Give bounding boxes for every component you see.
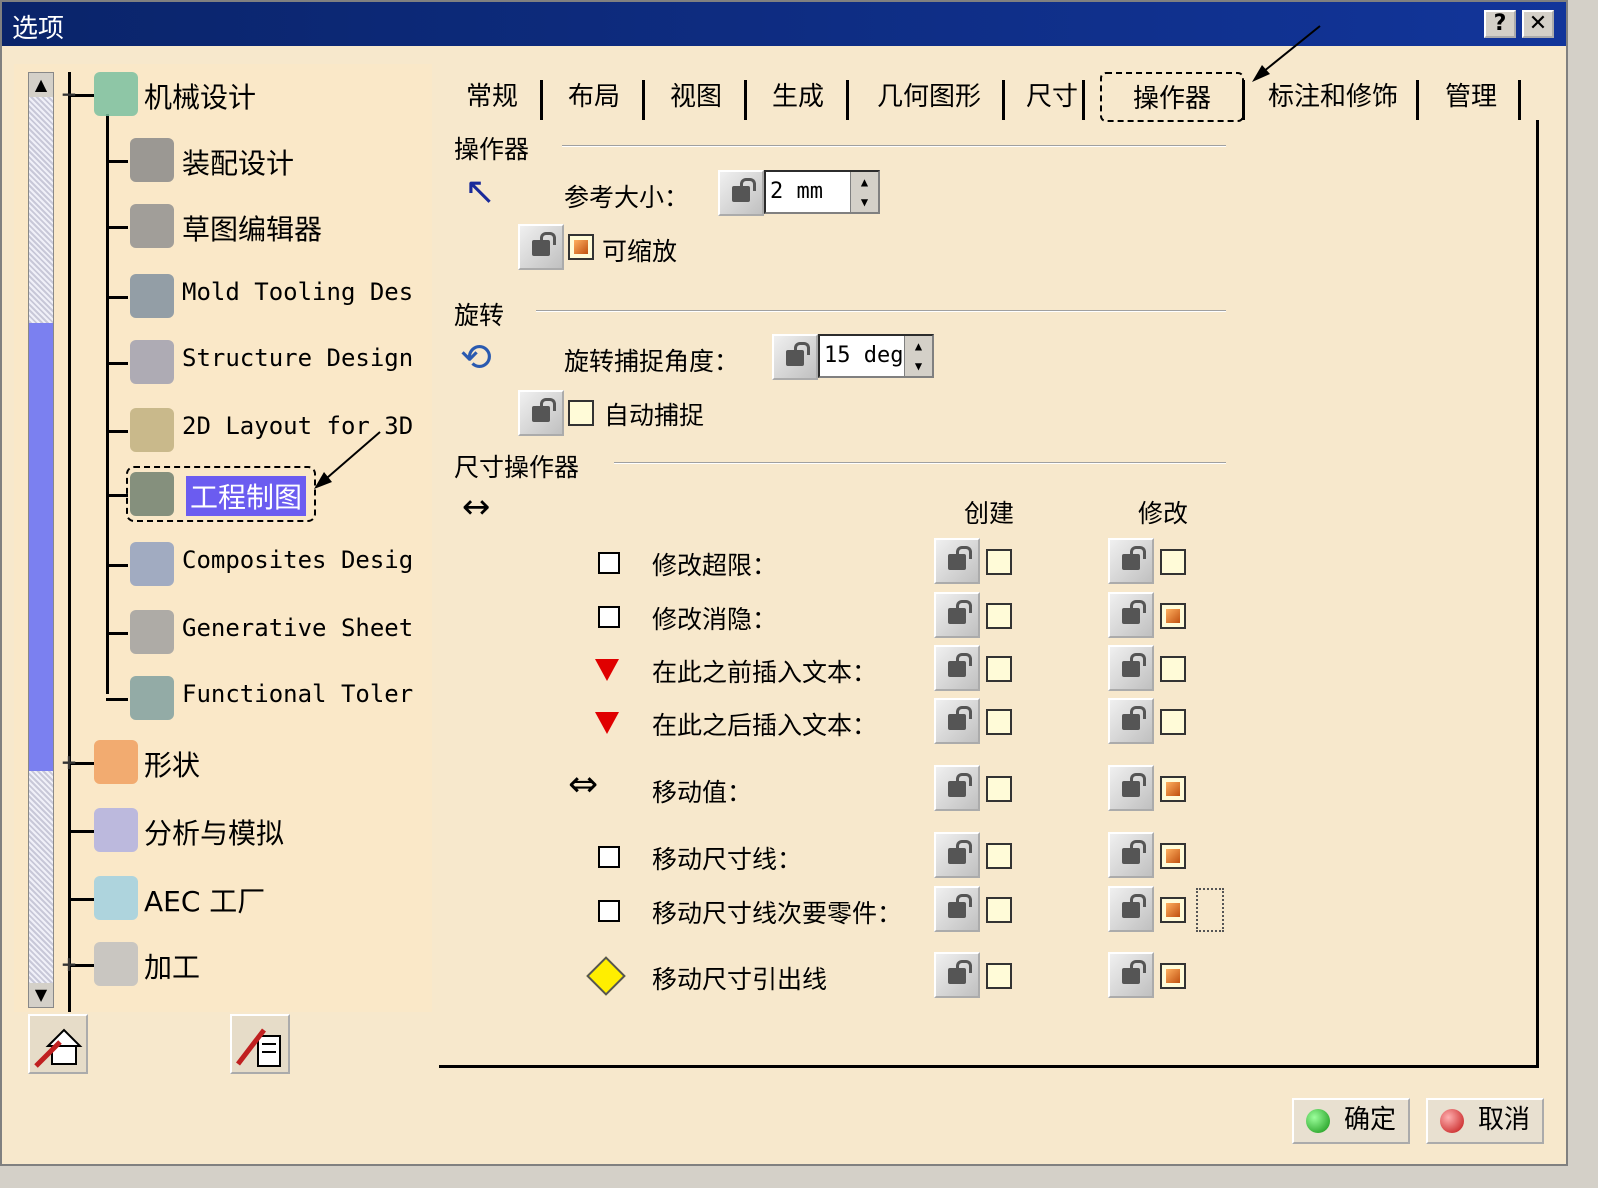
options-dialog: 选项 ? ✕ ▲ ▼ − 机械设计 装配设计 草图编辑器 Mold Tooling De… — [0, 0, 1568, 1166]
annotation-arrows — [314, 25, 1321, 489]
